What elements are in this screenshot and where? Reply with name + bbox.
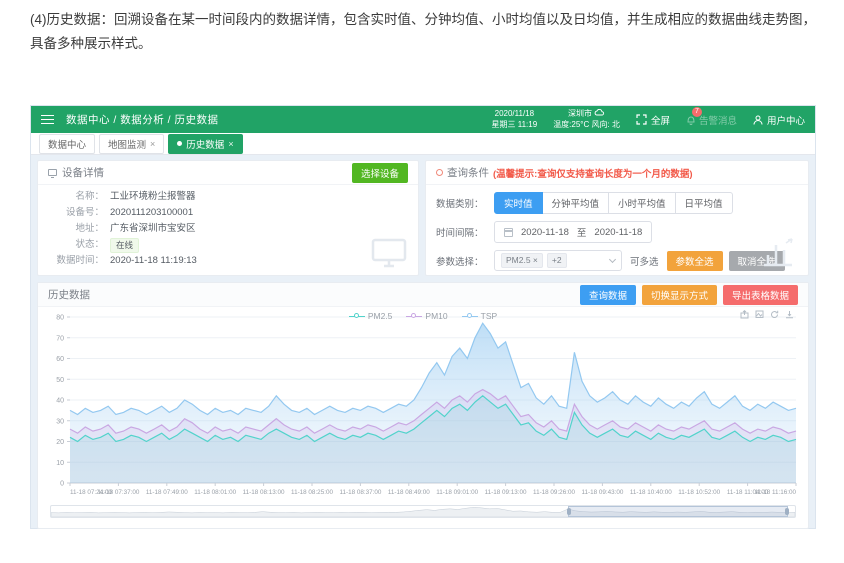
query-data-button[interactable]: 查询数据 bbox=[580, 285, 636, 305]
query-panel-title: 查询条件 bbox=[447, 165, 489, 180]
device-name-row: 名称：工业环境粉尘报警器 bbox=[38, 189, 418, 205]
time-range-row: 时间间隔： 2020-11-18 至 2020-11-18 bbox=[426, 221, 808, 243]
svg-text:70: 70 bbox=[56, 335, 64, 342]
svg-text:11-18 10:52:00: 11-18 10:52:00 bbox=[678, 489, 720, 496]
param-tag-more: +2 bbox=[547, 253, 567, 268]
start-date-value: 2020-11-18 bbox=[521, 227, 569, 238]
alarm-button[interactable]: 告警消息 7 bbox=[686, 113, 737, 127]
datazoom-right-handle[interactable] bbox=[785, 508, 789, 515]
chart-plot: 0102030405060708011-18 07:24:0011-18 07:… bbox=[42, 309, 806, 499]
zoom-select-icon[interactable] bbox=[740, 310, 749, 319]
tab-map-monitor[interactable]: 地图监测× bbox=[99, 134, 164, 154]
svg-text:11-18 09:13:00: 11-18 09:13:00 bbox=[485, 489, 527, 496]
svg-text:11-18 07:37:00: 11-18 07:37:00 bbox=[97, 489, 139, 496]
device-details-panel: 设备详情 选择设备 名称：工业环境粉尘报警器 设备号：2020111203100… bbox=[37, 160, 419, 276]
datetime-display: 2020/11/18星期三 11:19 bbox=[492, 109, 538, 130]
download-icon[interactable] bbox=[785, 310, 794, 319]
category-minute-avg-button[interactable]: 分钟平均值 bbox=[543, 192, 610, 214]
svg-text:60: 60 bbox=[56, 356, 64, 363]
export-table-button[interactable]: 导出表格数据 bbox=[723, 285, 798, 305]
category-segmented-control: 实时值 分钟平均值 小时平均值 日平均值 bbox=[494, 192, 733, 214]
category-hour-avg-button[interactable]: 小时平均值 bbox=[609, 192, 676, 214]
svg-text:11-18 09:43:00: 11-18 09:43:00 bbox=[581, 489, 623, 496]
svg-text:10: 10 bbox=[56, 460, 64, 467]
restore-icon[interactable] bbox=[770, 310, 779, 319]
end-date-value: 2020-11-18 bbox=[594, 227, 642, 238]
device-datatime-row: 数据时间：2020-11-18 11:19:13 bbox=[38, 253, 418, 269]
svg-text:11-18 10:40:00: 11-18 10:40:00 bbox=[630, 489, 672, 496]
tab-data-center[interactable]: 数据中心 bbox=[39, 134, 95, 154]
calendar-icon bbox=[504, 228, 513, 237]
close-icon[interactable]: × bbox=[228, 139, 233, 149]
weather-display: 深圳市 温度:25°C 风向: 北 bbox=[553, 109, 620, 130]
tab-bar: 数据中心 地图监测× 历史数据× bbox=[31, 133, 815, 155]
svg-text:11-18 08:49:00: 11-18 08:49:00 bbox=[388, 489, 430, 496]
device-address-row: 地址：广东省深圳市宝安区 bbox=[38, 221, 418, 237]
svg-text:11-18 08:37:00: 11-18 08:37:00 bbox=[339, 489, 381, 496]
alarm-badge: 7 bbox=[692, 107, 702, 117]
device-panel-title: 设备详情 bbox=[62, 165, 104, 180]
svg-text:11-18 09:01:00: 11-18 09:01:00 bbox=[436, 489, 478, 496]
fullscreen-button[interactable]: 全屏 bbox=[636, 113, 670, 127]
history-chart-panel: 历史数据 查询数据 切换显示方式 导出表格数据 PM2.5 PM10 TSP bbox=[37, 282, 809, 529]
parameter-select[interactable]: PM2.5 × +2 bbox=[494, 250, 622, 271]
svg-text:11-18 11:16:00: 11-18 11:16:00 bbox=[755, 489, 797, 496]
active-dot-icon bbox=[177, 141, 182, 146]
fullscreen-icon bbox=[636, 114, 647, 125]
cloud-icon bbox=[594, 109, 605, 116]
svg-text:50: 50 bbox=[56, 377, 64, 384]
device-icon bbox=[48, 169, 57, 176]
tab-history-data[interactable]: 历史数据× bbox=[168, 134, 242, 154]
svg-text:20: 20 bbox=[56, 439, 64, 446]
chart-toolbox bbox=[740, 310, 794, 319]
query-conditions-panel: 查询条件 (温馨提示:查询仅支持查询长度为一个月的数据) 数据类别： 实时值 分… bbox=[425, 160, 809, 276]
chart-panel-title: 历史数据 bbox=[48, 287, 90, 302]
save-image-icon[interactable] bbox=[755, 310, 764, 319]
date-separator: 至 bbox=[577, 225, 587, 239]
legend-item-pm25[interactable]: PM2.5 bbox=[349, 311, 393, 321]
barchart-watermark-icon bbox=[762, 237, 798, 269]
query-icon bbox=[436, 169, 443, 176]
device-status-row: 状态：在线 bbox=[38, 237, 418, 253]
legend-item-pm10[interactable]: PM10 bbox=[406, 311, 447, 321]
status-badge: 在线 bbox=[110, 238, 139, 253]
user-center-button[interactable]: 用户中心 bbox=[753, 113, 805, 127]
datazoom-left-handle[interactable] bbox=[567, 508, 571, 515]
close-icon[interactable]: × bbox=[150, 139, 155, 149]
user-icon bbox=[753, 115, 763, 125]
app-header: 数据中心 / 数据分析 / 历史数据 2020/11/18星期三 11:19 深… bbox=[31, 106, 815, 133]
chart-legend: PM2.5 PM10 TSP bbox=[38, 311, 808, 321]
datazoom-selection[interactable] bbox=[568, 506, 787, 517]
svg-text:11-18 08:25:00: 11-18 08:25:00 bbox=[291, 489, 333, 496]
breadcrumb: 数据中心 / 数据分析 / 历史数据 bbox=[66, 112, 219, 127]
doc-paragraph: (4)历史数据：回溯设备在某一时间段内的数据详情，包含实时值、分钟均值、小时均值… bbox=[30, 8, 820, 55]
switch-display-button[interactable]: 切换显示方式 bbox=[642, 285, 717, 305]
query-hint: (温馨提示:查询仅支持查询长度为一个月的数据) bbox=[493, 166, 693, 180]
app-window: 数据中心 / 数据分析 / 历史数据 2020/11/18星期三 11:19 深… bbox=[30, 105, 816, 529]
multi-select-hint: 可多选 bbox=[630, 254, 659, 268]
svg-text:11-18 07:49:00: 11-18 07:49:00 bbox=[146, 489, 188, 496]
parameter-row: 参数选择： PM2.5 × +2 可多选 参数全选 取消全选 bbox=[426, 250, 808, 271]
category-realtime-button[interactable]: 实时值 bbox=[494, 192, 543, 214]
svg-text:11-18 09:26:00: 11-18 09:26:00 bbox=[533, 489, 575, 496]
svg-text:0: 0 bbox=[60, 481, 64, 488]
date-range-input[interactable]: 2020-11-18 至 2020-11-18 bbox=[494, 221, 652, 243]
select-all-params-button[interactable]: 参数全选 bbox=[667, 251, 723, 271]
svg-text:11-18 08:01:00: 11-18 08:01:00 bbox=[194, 489, 236, 496]
chevron-down-icon bbox=[609, 256, 616, 263]
category-day-avg-button[interactable]: 日平均值 bbox=[676, 192, 733, 214]
svg-text:40: 40 bbox=[56, 398, 64, 405]
select-device-button[interactable]: 选择设备 bbox=[352, 163, 408, 183]
datazoom-slider[interactable] bbox=[50, 505, 796, 518]
svg-text:11-18 08:13:00: 11-18 08:13:00 bbox=[243, 489, 285, 496]
chart-area: PM2.5 PM10 TSP bbox=[38, 307, 808, 518]
svg-text:30: 30 bbox=[56, 418, 64, 425]
monitor-watermark-icon bbox=[370, 237, 408, 269]
data-category-row: 数据类别： 实时值 分钟平均值 小时平均值 日平均值 bbox=[426, 192, 808, 214]
device-id-row: 设备号：2020111203100001 bbox=[38, 205, 418, 221]
param-tag-pm25[interactable]: PM2.5 × bbox=[501, 253, 543, 268]
legend-item-tsp[interactable]: TSP bbox=[462, 311, 498, 321]
menu-icon[interactable] bbox=[41, 115, 54, 125]
